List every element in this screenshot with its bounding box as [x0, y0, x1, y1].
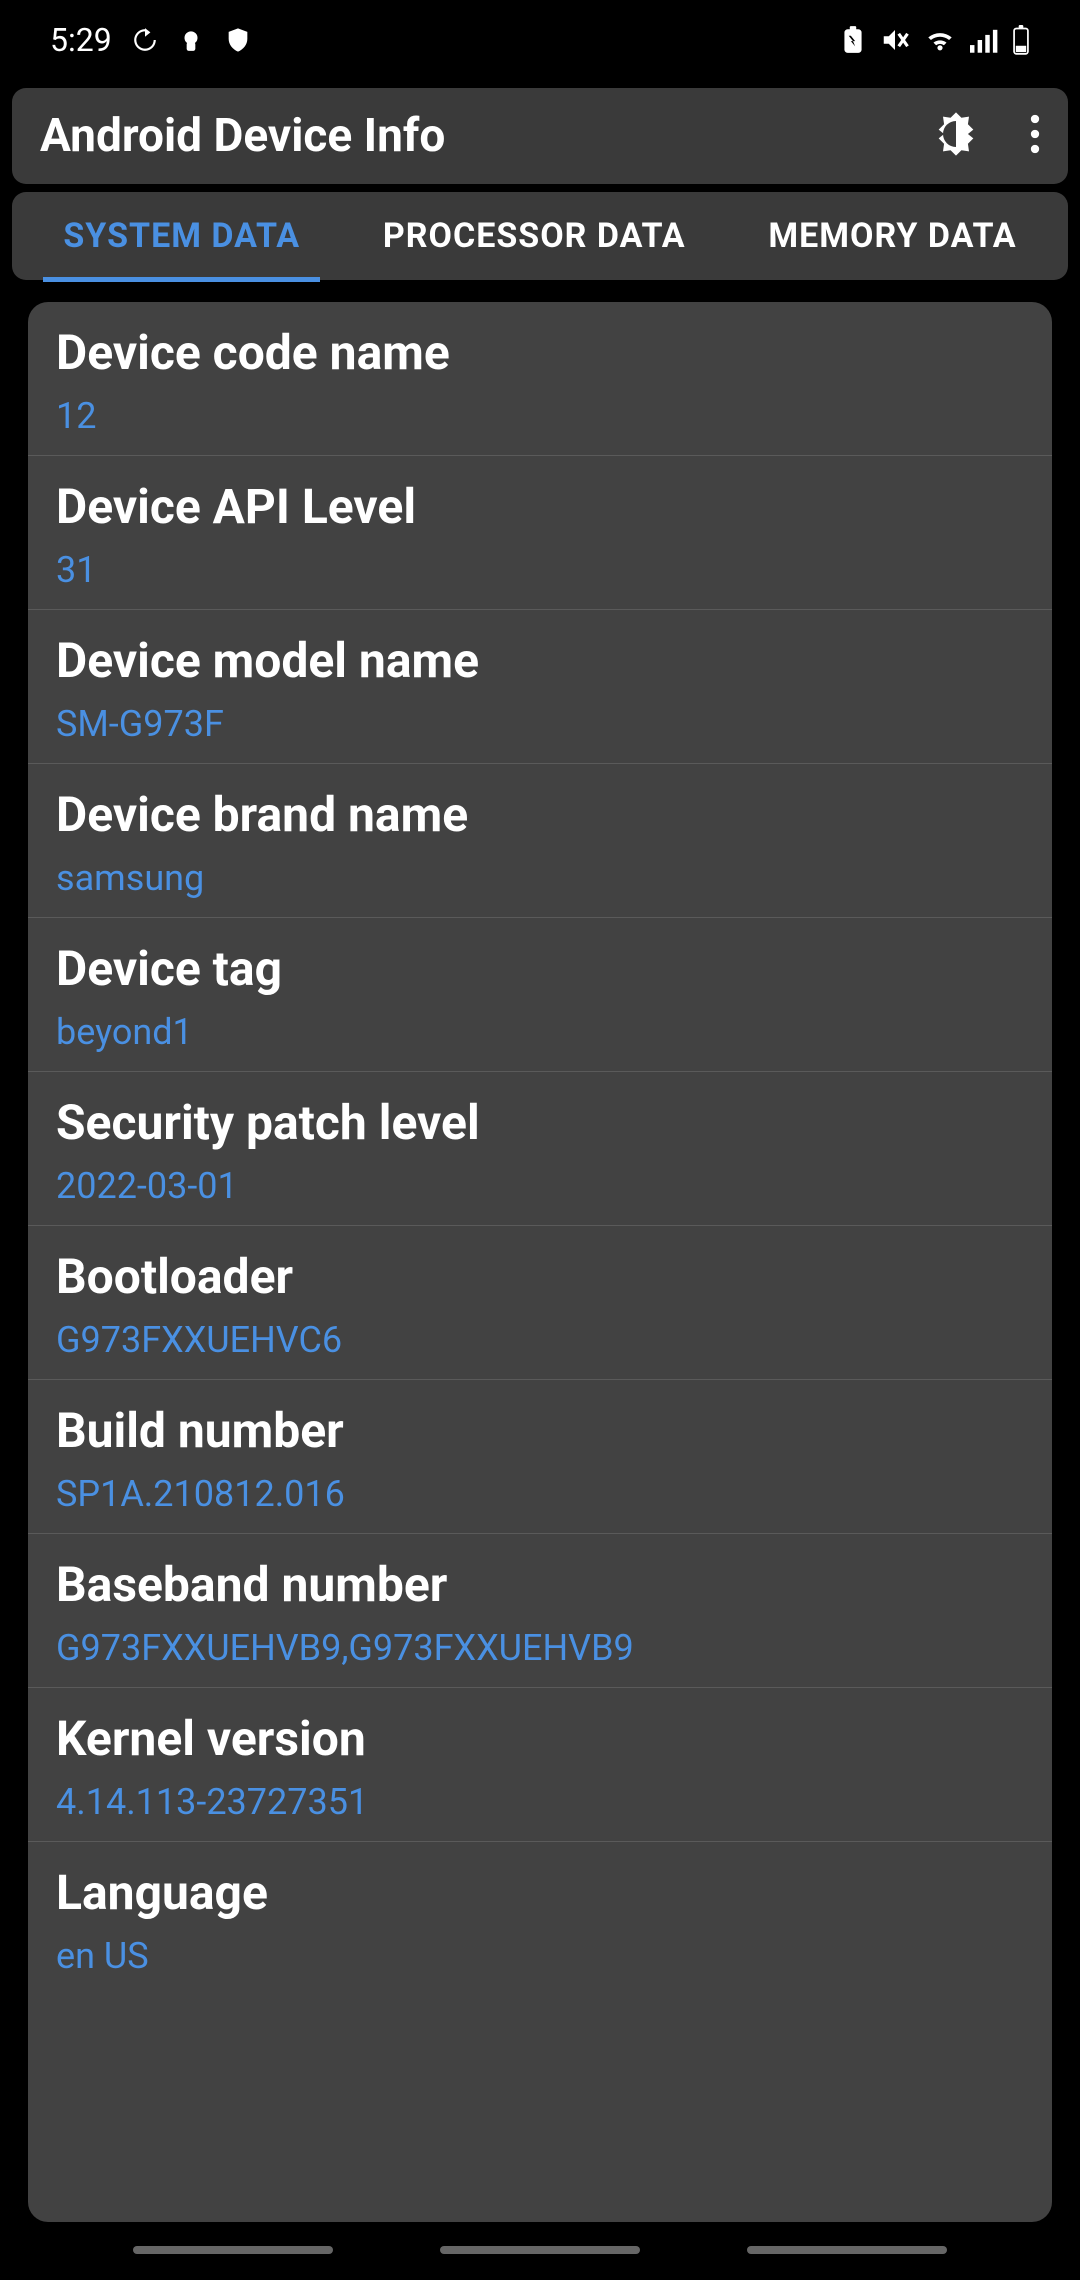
item-value: SP1A.210812.016 [56, 1473, 1024, 1515]
item-label: Security patch level [56, 1094, 1024, 1151]
item-value: 12 [56, 395, 1024, 437]
item-value: en US [56, 1935, 1024, 1977]
list-item[interactable]: Security patch level 2022-03-01 [28, 1072, 1052, 1226]
item-value: 31 [56, 549, 1024, 591]
more-icon[interactable] [1030, 113, 1040, 159]
list-item[interactable]: Baseband number G973FXXUEHVB9,G973FXXUEH… [28, 1534, 1052, 1688]
tab-processor-data[interactable]: PROCESSOR DATA [363, 192, 706, 280]
list-item[interactable]: Bootloader G973FXXUEHVC6 [28, 1226, 1052, 1380]
content-card[interactable]: Device code name 12 Device API Level 31 … [28, 302, 1052, 2222]
wifi-icon [924, 27, 956, 53]
status-left: 5:29 [50, 21, 252, 59]
list-item[interactable]: Language en US [28, 1842, 1052, 1995]
item-label: Build number [56, 1402, 1024, 1459]
item-label: Device API Level [56, 478, 1024, 535]
list-item[interactable]: Device model name SM-G973F [28, 610, 1052, 764]
list-item[interactable]: Build number SP1A.210812.016 [28, 1380, 1052, 1534]
battery-saver-icon [840, 25, 866, 55]
item-value: G973FXXUEHVB9,G973FXXUEHVB9 [56, 1627, 1024, 1669]
navigation-bar [0, 2230, 1080, 2270]
list-item[interactable]: Device brand name samsung [28, 764, 1052, 918]
battery-icon [1012, 25, 1030, 55]
status-time: 5:29 [50, 21, 112, 59]
brightness-icon[interactable] [930, 108, 982, 164]
list-item[interactable]: Device tag beyond1 [28, 918, 1052, 1072]
status-right [840, 25, 1030, 55]
app-icon [178, 27, 204, 53]
item-value: samsung [56, 857, 1024, 899]
status-bar: 5:29 [0, 0, 1080, 80]
sync-icon [132, 27, 158, 53]
item-label: Bootloader [56, 1248, 1024, 1305]
nav-recents[interactable] [133, 2246, 333, 2254]
item-label: Device brand name [56, 786, 1024, 843]
tab-bar: SYSTEM DATA PROCESSOR DATA MEMORY DATA [12, 192, 1068, 280]
nav-home[interactable] [440, 2246, 640, 2254]
list-item[interactable]: Kernel version 4.14.113-23727351 [28, 1688, 1052, 1842]
app-bar-actions [930, 108, 1040, 164]
item-value: G973FXXUEHVC6 [56, 1319, 1024, 1361]
item-label: Language [56, 1864, 1024, 1921]
item-label: Kernel version [56, 1710, 1024, 1767]
item-label: Device code name [56, 324, 1024, 381]
tab-system-data[interactable]: SYSTEM DATA [43, 192, 320, 280]
item-value: SM-G973F [56, 703, 1024, 745]
item-value: 2022-03-01 [56, 1165, 1024, 1207]
item-value: 4.14.113-23727351 [56, 1781, 1024, 1823]
signal-icon [970, 27, 998, 53]
list-item[interactable]: Device API Level 31 [28, 456, 1052, 610]
item-label: Device model name [56, 632, 1024, 689]
shield-icon [224, 26, 252, 54]
mute-icon [880, 25, 910, 55]
tab-memory-data[interactable]: MEMORY DATA [748, 192, 1036, 280]
item-label: Device tag [56, 940, 1024, 997]
nav-back[interactable] [747, 2246, 947, 2254]
list-item[interactable]: Device code name 12 [28, 302, 1052, 456]
app-bar: Android Device Info [12, 88, 1068, 184]
item-label: Baseband number [56, 1556, 1024, 1613]
app-title: Android Device Info [40, 109, 445, 163]
item-value: beyond1 [56, 1011, 1024, 1053]
